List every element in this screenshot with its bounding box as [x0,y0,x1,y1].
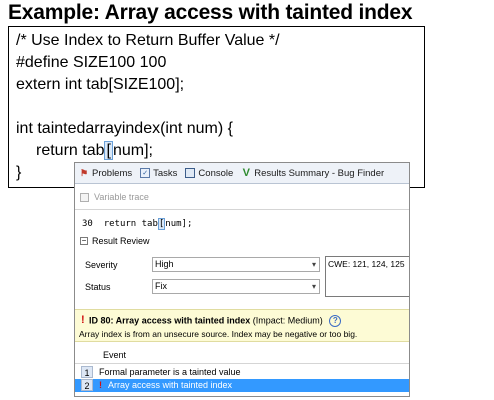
defect-description: Array index is from an unsecure source. … [79,329,358,339]
source-text: num]; [165,219,193,229]
console-icon [185,168,196,178]
event-column-header: Event [103,350,127,360]
code-line-comment: /* Use Index to Return Buffer Value */ [16,32,280,50]
tab-label: Results Summary - Bug Finder [254,167,385,179]
tab-problems[interactable]: ⚑ Problems [79,168,132,179]
source-text: return tab [103,219,158,229]
result-review-section[interactable]: − Result Review [80,236,150,246]
code-text: #define SIZE100 100 [16,54,167,71]
event-text: Array access with tainted index [108,380,233,390]
result-review-label: Result Review [92,236,150,246]
status-label: Status [85,282,111,292]
problems-icon: ⚑ [79,168,89,178]
view-tab-bar: ⚑ Problems ✓ Tasks Console V Results Sum… [75,163,409,184]
severity-select[interactable]: High ▾ [152,257,320,272]
event-row[interactable]: 1 Formal parameter is a tainted value [75,366,409,379]
defect-impact: (Impact: Medium) [252,315,323,326]
warning-icon: ! [81,314,85,326]
code-line-define: #define SIZE100 100 [16,54,166,72]
event-text: Formal parameter is a tainted value [99,367,241,377]
results-summary-icon: V [242,167,250,179]
help-icon[interactable]: ? [329,315,342,327]
code-line-close: } [16,164,21,182]
code-line-extern: extern int tab[SIZE100]; [16,76,184,94]
chevron-down-icon: ▾ [311,282,316,291]
warning-icon: ! [99,380,102,390]
severity-label: Severity [85,260,118,270]
results-panel: ⚑ Problems ✓ Tasks Console V Results Sum… [74,162,410,397]
tasks-icon: ✓ [140,168,151,178]
tab-tasks[interactable]: ✓ Tasks [140,168,177,179]
code-text: extern int tab[SIZE100]; [16,76,185,93]
code-text: return tab [36,142,105,159]
slide-title: Example: Array access with tainted index [8,1,413,24]
severity-value: High [155,259,174,269]
event-number: 2 [81,379,93,391]
tab-label: Console [198,167,234,179]
variable-trace-label: Variable trace [94,192,149,202]
defect-title: ID 80: Array access with tainted index (… [89,315,342,327]
variable-trace-toggle[interactable]: Variable trace [80,192,149,202]
code-text: } [16,164,22,181]
tab-console[interactable]: Console [185,168,233,179]
defect-info-bar: ! ID 80: Array access with tainted index… [75,309,409,342]
status-value: Fix [155,281,167,291]
event-row-selected[interactable]: 2 ! Array access with tainted index [75,379,409,392]
selected-bracket: [ [104,141,113,160]
cwe-text: CWE: 121, 124, 125 [328,259,405,269]
code-text: num]; [112,142,153,159]
code-line-function: int taintedarrayindex(int num) { [16,120,233,138]
source-line-reference[interactable]: 30 return tab[num]; [82,218,193,230]
tab-label: Tasks [153,167,178,179]
chevron-down-icon: ▾ [311,260,316,269]
collapse-icon[interactable]: − [80,237,88,245]
event-number: 1 [81,366,93,378]
comment-field[interactable]: CWE: 121, 124, 125 [325,256,409,297]
event-content: ! Array access with tainted index [99,380,232,390]
status-select[interactable]: Fix ▾ [152,279,320,294]
line-number: 30 [82,219,93,229]
code-text: int taintedarrayindex(int num) { [16,120,233,137]
tab-label: Problems [92,167,133,179]
variable-trace-checkbox[interactable] [80,192,89,202]
code-text: /* Use Index to Return Buffer Value */ [16,32,280,49]
event-table-header: Event [75,347,409,364]
divider [75,209,409,210]
code-line-return: return tab[num]; [36,141,153,160]
defect-name: ID 80: Array access with tainted index [89,315,251,326]
tab-results-summary[interactable]: V Results Summary - Bug Finder [241,167,385,179]
